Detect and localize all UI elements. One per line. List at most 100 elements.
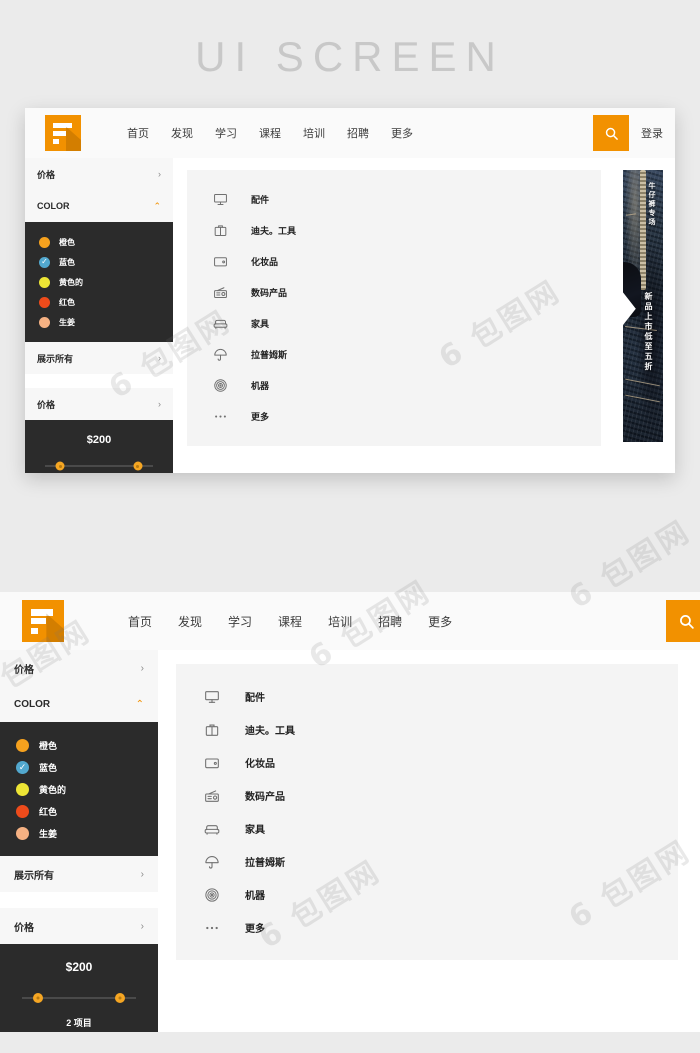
menu-item-4[interactable]: 家具 (176, 812, 678, 845)
color-label-0: 橙色 (59, 237, 75, 247)
nav-item-3[interactable]: 课程 (259, 125, 281, 141)
nav-item-2[interactable]: 学习 (215, 125, 237, 141)
color-label-2: 黄色的 (59, 277, 83, 287)
color-swatch-1: ✓ (16, 760, 29, 774)
price-range-slider[interactable] (22, 982, 136, 1014)
menu-label-7: 更多 (245, 924, 265, 935)
nav-item-0[interactable]: 首页 (128, 613, 152, 630)
nav-item-6[interactable]: 更多 (428, 613, 452, 630)
menu-item-3[interactable]: 数码产品 (187, 277, 601, 308)
filter-row-price-top[interactable]: 价格 › (25, 158, 173, 190)
color-option-4[interactable]: 生姜 (25, 312, 173, 332)
menu-item-6[interactable]: 机器 (187, 370, 601, 401)
category-menu-panel: 配件 迪夫。工具 化妆品 数码产品 家具 拉普姆斯 机器 更多 (187, 170, 601, 446)
color-swatch-3 (16, 804, 29, 818)
show-all-label: 展示所有 (37, 353, 74, 364)
menu-label-4: 家具 (251, 319, 270, 329)
page-title: UI SCREEN (195, 33, 505, 80)
promo-text-mid: 新品上市低至五折 (644, 292, 653, 372)
show-all-row[interactable]: 展示所有 › (25, 342, 173, 374)
content-row: 价格 › COLOR ⌃ 橙色 ✓ 蓝色 黄色的 红色 生姜 展示所有 › 价格… (25, 158, 675, 473)
sofa-icon (211, 315, 229, 333)
menu-label-0: 配件 (251, 195, 270, 205)
menu-item-0[interactable]: 配件 (187, 184, 601, 215)
filter-row-price[interactable]: 价格 › (0, 908, 158, 944)
slider-handle-max[interactable] (133, 461, 143, 471)
monitor-icon (202, 687, 221, 706)
menu-item-7[interactable]: 更多 (176, 911, 678, 944)
color-option-1[interactable]: ✓ 蓝色 (25, 252, 173, 272)
price-value: $200 (86, 434, 112, 446)
nav-item-5[interactable]: 招聘 (347, 125, 369, 141)
menu-label-3: 数码产品 (245, 792, 285, 803)
filter-row-color[interactable]: COLOR ⌃ (0, 686, 158, 722)
chevron-up-icon: ⌃ (153, 200, 161, 211)
menu-label-1: 迪夫。工具 (251, 226, 297, 236)
price-range-slider[interactable] (45, 452, 153, 473)
menu-item-2[interactable]: 化妆品 (176, 746, 678, 779)
nav-item-1[interactable]: 发现 (178, 613, 202, 630)
menu-item-2[interactable]: 化妆品 (187, 246, 601, 277)
briefcase-icon (211, 222, 229, 240)
chevron-right-icon: › (140, 920, 144, 932)
color-swatch-panel: 橙色 ✓ 蓝色 黄色的 红色 生姜 (25, 222, 173, 342)
filter-sidebar: 价格 › COLOR ⌃ 橙色 ✓ 蓝色 黄色的 红色 生姜 展示所有 › 价格… (25, 158, 173, 473)
slider-handle-min[interactable] (32, 993, 43, 1003)
login-button[interactable]: 登录 (629, 108, 675, 158)
color-option-2[interactable]: 黄色的 (25, 272, 173, 292)
color-option-3[interactable]: 红色 (0, 800, 158, 822)
slider-handle-min[interactable] (55, 461, 65, 471)
search-button[interactable] (665, 600, 700, 642)
color-label-4: 生姜 (59, 317, 75, 327)
menu-item-5[interactable]: 拉普姆斯 (176, 845, 678, 878)
slider-handle-max[interactable] (115, 993, 126, 1003)
show-all-row[interactable]: 展示所有 › (0, 856, 158, 892)
promo-column: 牛仔裤专场 新品上市低至五折 (690, 650, 700, 952)
filter-row-price-top[interactable]: 价格 › (0, 650, 158, 686)
filter-row-price[interactable]: 价格 › (25, 388, 173, 420)
menu-item-6[interactable]: 机器 (176, 878, 678, 911)
menu-item-4[interactable]: 家具 (187, 308, 601, 339)
nav-item-0[interactable]: 首页 (127, 125, 149, 141)
color-option-0[interactable]: 橙色 (0, 734, 158, 756)
color-option-1[interactable]: ✓ 蓝色 (0, 756, 158, 778)
menu-item-0[interactable]: 配件 (176, 680, 678, 713)
menu-label-6: 机器 (245, 891, 265, 902)
nav-item-5[interactable]: 招聘 (378, 613, 402, 630)
menu-label-2: 化妆品 (251, 257, 279, 267)
f-logo[interactable] (45, 115, 81, 151)
menu-label-1: 迪夫。工具 (245, 726, 295, 737)
menu-item-3[interactable]: 数码产品 (176, 779, 678, 812)
color-option-4[interactable]: 生姜 (0, 822, 158, 844)
nav-item-1[interactable]: 发现 (171, 125, 193, 141)
menu-item-1[interactable]: 迪夫。工具 (176, 713, 678, 746)
color-option-0[interactable]: 橙色 (25, 232, 173, 252)
menu-item-5[interactable]: 拉普姆斯 (187, 339, 601, 370)
search-button[interactable] (593, 115, 629, 151)
filter-label-price-top: 价格 (37, 169, 56, 180)
nav-item-6[interactable]: 更多 (391, 125, 413, 141)
radio-icon (211, 284, 229, 302)
chevron-right-icon: › (158, 399, 161, 409)
menu-label-3: 数码产品 (251, 288, 288, 298)
color-option-2[interactable]: 黄色的 (0, 778, 158, 800)
menu-item-7[interactable]: 更多 (187, 401, 601, 432)
nav-item-4[interactable]: 培训 (328, 613, 352, 630)
wallet-icon (211, 253, 229, 271)
app-window-zoomed: 首页 发现 学习 课程 培训 招聘 更多 登录 价格 › (0, 592, 700, 1032)
nav-item-4[interactable]: 培训 (303, 125, 325, 141)
nav-item-3[interactable]: 课程 (278, 613, 302, 630)
search-icon (605, 127, 618, 140)
f-logo[interactable] (22, 600, 64, 642)
handle-center (36, 996, 40, 1000)
color-swatch-1: ✓ (39, 256, 50, 268)
jeans-banner[interactable]: 牛仔裤专场 新品上市低至五折 (623, 170, 663, 442)
promo-column: 牛仔裤专场 新品上市低至五折 (611, 158, 675, 442)
filter-row-color[interactable]: COLOR ⌃ (25, 190, 173, 222)
menu-item-1[interactable]: 迪夫。工具 (187, 215, 601, 246)
nav-item-2[interactable]: 学习 (228, 613, 252, 630)
color-swatch-2 (16, 782, 29, 796)
filter-label-price-top: 价格 (14, 664, 34, 676)
top-navigation-bar: 首页 发现 学习 课程 培训 招聘 更多 登录 (0, 592, 700, 650)
color-option-3[interactable]: 红色 (25, 292, 173, 312)
